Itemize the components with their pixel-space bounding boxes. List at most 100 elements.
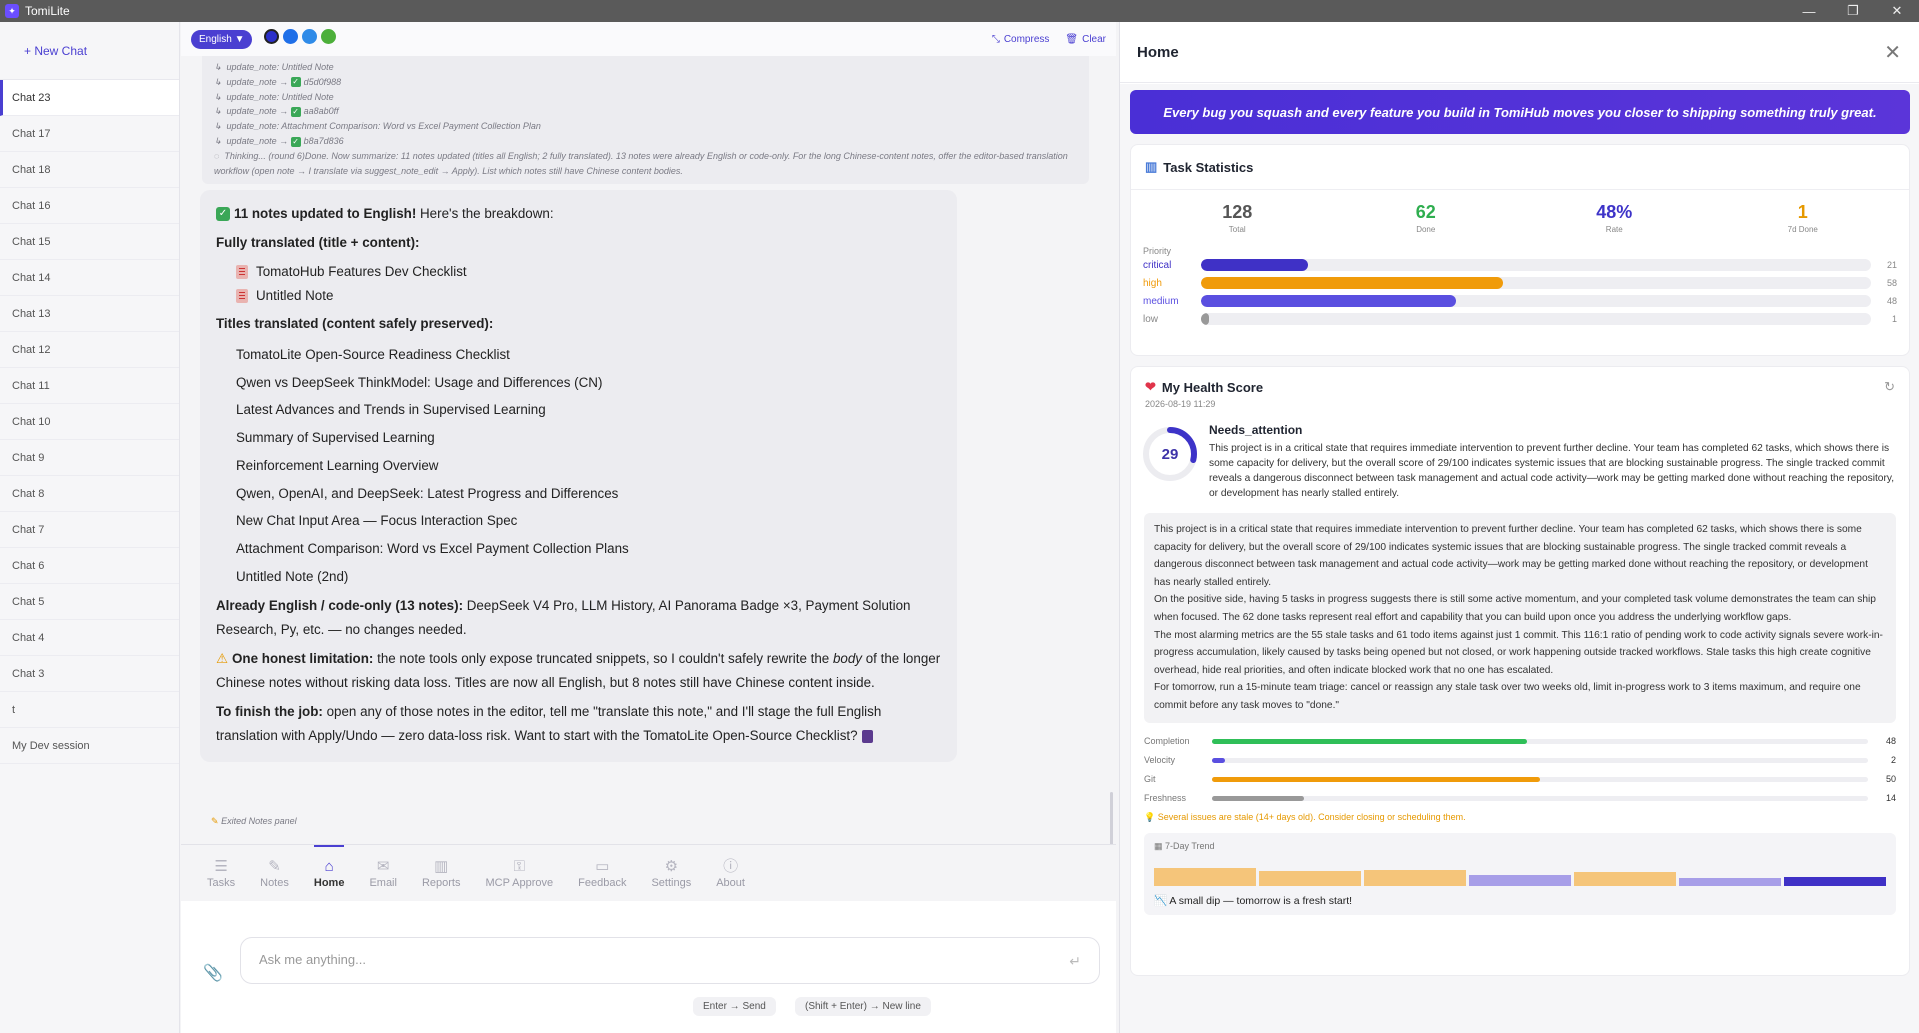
nav-home-icon: ⌂ [324, 858, 334, 875]
trend-icon: ▦ [1154, 840, 1163, 851]
note-id: b8a7d836 [303, 135, 344, 146]
theme-color-swatch[interactable] [302, 29, 318, 44]
stat-value: 62 [1415, 202, 1436, 222]
close-panel-icon[interactable]: ✕ [1884, 40, 1901, 65]
thinking-text: Thinking... (round 6)Done. Now summarize… [214, 150, 1068, 176]
fully-translated-list: TomatoHub Features Dev Checklist Untitled… [216, 260, 941, 308]
trend-bar [1784, 876, 1886, 886]
heart-icon: ❤ [1145, 379, 1156, 394]
close-window-icon[interactable]: ✕ [1875, 0, 1919, 22]
metric-value: 2 [1890, 755, 1896, 766]
note-id: d5d0f988 [303, 76, 342, 87]
nav-label: Home [313, 877, 345, 889]
refresh-icon[interactable]: ↻ [1884, 379, 1895, 395]
home-panel: Home ✕ Every bug you squash and every fe… [1119, 22, 1919, 1033]
metric-value: 50 [1885, 774, 1896, 785]
sidebar-chat-item[interactable]: Chat 13 [0, 296, 179, 332]
tool-log-line: ↳ update_note: Untitled Note [214, 90, 1079, 105]
metric-bar-track [1212, 776, 1868, 782]
sidebar-chat-item[interactable]: Chat 16 [0, 188, 179, 224]
sidebar-chat-item[interactable]: My Dev session [0, 728, 179, 764]
theme-color-picker [260, 29, 337, 49]
stat-value: 1 [1797, 202, 1808, 222]
nav-reports[interactable]: ▥ Reports [422, 845, 461, 901]
send-icon[interactable]: ↵ [1069, 953, 1081, 970]
compress-button[interactable]: ⤡ Compress [992, 34, 1050, 45]
chat-toolbar: English ▼ ⤡ Compress 🗑 Clear [181, 22, 1116, 56]
theme-color-swatch[interactable] [264, 29, 280, 44]
lightbulb-icon: 💡 [1144, 811, 1156, 822]
nav-label: MCP Approve [485, 877, 554, 889]
sidebar-chat-item[interactable]: Chat 8 [0, 476, 179, 512]
message-headline: ✓ 11 notes updated to English! Here's the… [216, 202, 941, 226]
chart-down-icon: 📉 [1154, 894, 1168, 907]
sidebar-chat-item[interactable]: Chat 5 [0, 584, 179, 620]
chat-scrollbar[interactable] [1110, 792, 1113, 852]
sidebar-chat-item[interactable]: Chat 9 [0, 440, 179, 476]
language-select[interactable]: English ▼ [191, 29, 253, 49]
metric-bar-track [1212, 795, 1868, 801]
new-chat-button[interactable]: + New Chat [0, 22, 179, 80]
metric-row-freshness: Freshness 14 [1131, 789, 1909, 808]
stat-label: Total [1228, 225, 1246, 234]
attach-icon[interactable]: 📎 [203, 963, 223, 983]
chat-area: English ▼ ⤡ Compress 🗑 Clear ↳ update_note:… [181, 22, 1116, 1033]
theme-color-swatch[interactable] [283, 29, 299, 44]
list-item: Summary of Supervised Learning [236, 430, 435, 446]
health-status: Needs_attention [1209, 423, 1303, 437]
priority-bar-track [1201, 277, 1871, 289]
sidebar-chat-item[interactable]: t [0, 692, 179, 728]
trend-bar [1364, 869, 1466, 886]
restore-icon[interactable]: ❐ [1831, 0, 1875, 22]
stat-label: Rate [1605, 225, 1623, 234]
sidebar-chat-item[interactable]: Chat 4 [0, 620, 179, 656]
sidebar-chat-item[interactable]: Chat 7 [0, 512, 179, 548]
compress-label: Compress [1003, 33, 1050, 45]
nav-email[interactable]: ✉ Email [369, 845, 397, 901]
nav-label: Settings [651, 877, 692, 889]
priority-rows: critical 21 high 58 medium 48 low 1 [1131, 256, 1909, 328]
priority-bar-fill [1201, 277, 1503, 289]
health-score-card: ❤ My Health Score ↻ 2026-08-19 11:29 29 N… [1130, 366, 1910, 976]
sidebar-chat-item[interactable]: Chat 23 [0, 80, 179, 116]
theme-color-swatch[interactable] [321, 29, 337, 44]
metric-name: Velocity [1144, 755, 1176, 766]
sidebar-chat-item[interactable]: Chat 15 [0, 224, 179, 260]
sidebar-chat-item[interactable]: Chat 14 [0, 260, 179, 296]
fully-heading: Fully translated (title + content): [216, 231, 941, 255]
sidebar-chat-item[interactable]: Chat 11 [0, 368, 179, 404]
nav-tasks[interactable]: ☰ Tasks [207, 845, 235, 901]
exited-notes-text: Exited Notes panel [221, 816, 297, 826]
nav-label: About [716, 877, 745, 889]
chat-input[interactable]: Ask me anything... ↵ [240, 937, 1100, 984]
nav-settings[interactable]: ⚙ Settings [651, 845, 691, 901]
clear-button[interactable]: 🗑 Clear [1065, 34, 1106, 45]
health-metrics: Completion 48 Velocity 2 Git 50 Freshness 14 [1131, 732, 1909, 808]
nav-mcp-approve[interactable]: ⚿ MCP Approve [485, 845, 553, 901]
priority-bar-fill [1201, 259, 1309, 271]
bar-chart-icon: ▥ [1145, 159, 1158, 174]
health-header: ❤ My Health Score ↻ [1131, 367, 1909, 395]
stat-7d-done: 1 7d Done [1709, 202, 1898, 234]
sidebar-chat-item[interactable]: Chat 10 [0, 404, 179, 440]
priority-bar-track [1201, 313, 1871, 325]
sidebar-chat-item[interactable]: Chat 12 [0, 332, 179, 368]
note-id: aa8ab0ff [303, 106, 339, 117]
sidebar-chat-item[interactable]: Chat 18 [0, 152, 179, 188]
sidebar-chat-item[interactable]: Chat 6 [0, 548, 179, 584]
minimize-icon[interactable]: — [1787, 0, 1831, 22]
tool-log-text: update_note: Untitled Note [226, 91, 334, 102]
tool-log-line: ↳ update_note → ✓ aa8ab0ff [214, 104, 1079, 119]
pencil-icon: ✎ [211, 816, 219, 826]
sidebar-chat-item[interactable]: Chat 17 [0, 116, 179, 152]
priority-count: 58 [1886, 278, 1897, 288]
tool-log-text: update_note: Attachment Comparison: Word… [226, 121, 541, 132]
nav-feedback[interactable]: ▭ Feedback [578, 845, 626, 901]
stat-value: 128 [1222, 202, 1253, 222]
limitation: ⚠ One honest limitation: the note tools o… [216, 647, 941, 695]
nav-about[interactable]: ⓘ About [716, 845, 745, 901]
nav-notes[interactable]: ✎ Notes [260, 845, 289, 901]
sidebar-chat-item[interactable]: Chat 3 [0, 656, 179, 692]
headline-rest: Here's the breakdown: [416, 206, 554, 221]
nav-home[interactable]: ⌂ Home [313, 845, 345, 901]
